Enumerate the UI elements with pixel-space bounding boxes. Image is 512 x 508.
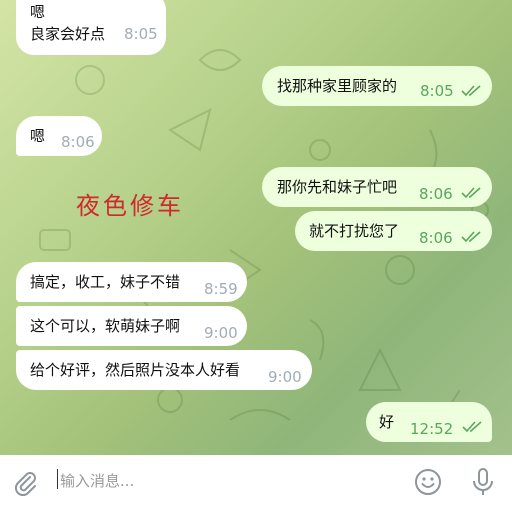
message-text: 给个好评，然后照片没本人好看	[30, 361, 241, 379]
paperclip-icon[interactable]	[11, 468, 39, 496]
message-outgoing[interactable]: 就不打扰您了 8:06	[295, 211, 492, 251]
message-text: 良家会好点	[30, 25, 106, 43]
message-incoming[interactable]: 嗯 8:06	[16, 116, 102, 156]
watermark-text: 夜色修车	[76, 192, 184, 220]
message-time: 9:00	[204, 324, 238, 342]
message-time: 9:00	[268, 368, 302, 386]
double-check-icon	[461, 85, 481, 97]
message-text: 好	[379, 413, 395, 431]
emoji-icon[interactable]	[414, 468, 442, 496]
message-incoming[interactable]: 嗯 良家会好点 8:05	[16, 0, 166, 55]
microphone-icon[interactable]	[469, 467, 497, 497]
message-time: 8:59	[204, 280, 238, 298]
message-incoming[interactable]: 给个好评，然后照片没本人好看 9:00	[16, 350, 312, 390]
message-text: 这个可以，软萌妹子啊	[30, 317, 181, 335]
message-time: 8:06	[419, 185, 453, 203]
message-text: 嗯	[30, 127, 46, 145]
message-outgoing[interactable]: 找那种家里顾家的 8:05	[262, 66, 492, 106]
double-check-icon	[461, 187, 481, 199]
message-text: 那你先和妹子忙吧	[277, 178, 398, 196]
message-outgoing[interactable]: 好 12:52	[366, 402, 492, 442]
message-incoming[interactable]: 这个可以，软萌妹子啊 9:00	[16, 306, 247, 346]
message-text: 就不打扰您了	[309, 222, 400, 240]
double-check-icon	[462, 421, 482, 433]
message-outgoing[interactable]: 那你先和妹子忙吧 8:06	[262, 167, 492, 207]
message-time: 12:52	[410, 420, 454, 438]
message-time: 8:05	[124, 25, 158, 43]
message-text: 嗯	[30, 3, 46, 21]
message-input[interactable]: 输入消息...	[60, 470, 134, 491]
message-incoming[interactable]: 搞定，收工，妹子不错 8:59	[16, 262, 247, 302]
text-caret	[57, 469, 58, 489]
message-time: 8:06	[419, 229, 453, 247]
message-text: 搞定，收工，妹子不错	[30, 273, 181, 291]
double-check-icon	[461, 231, 481, 243]
message-time: 8:06	[61, 133, 95, 151]
message-time: 8:05	[420, 82, 454, 100]
message-input-bar: 输入消息...	[0, 455, 512, 508]
message-text: 找那种家里顾家的	[277, 77, 398, 95]
